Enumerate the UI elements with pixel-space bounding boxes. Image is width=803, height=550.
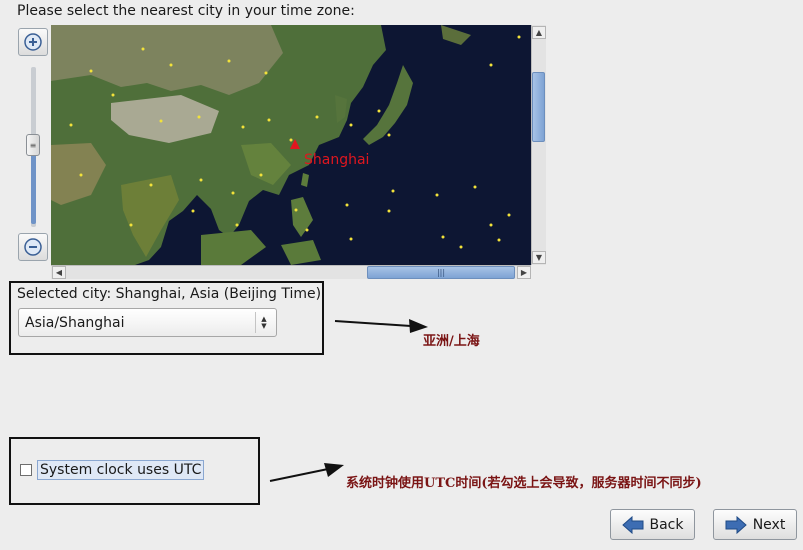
- select-arrows-icon: ▲ ▼: [255, 312, 272, 333]
- back-button-label: Back: [649, 516, 684, 533]
- utc-checkbox[interactable]: [20, 464, 32, 476]
- map-vertical-scroll-thumb[interactable]: [532, 72, 545, 142]
- arrow-left-icon: [621, 515, 643, 534]
- chevron-right-icon: ▶: [520, 268, 528, 277]
- city-label-shanghai[interactable]: Shanghai: [304, 152, 369, 168]
- zoom-out-button[interactable]: [18, 233, 48, 261]
- timezone-select[interactable]: Asia/Shanghai: [18, 308, 277, 337]
- city-annotation-text: 亚洲/上海: [423, 334, 480, 349]
- back-button[interactable]: Back: [610, 509, 695, 540]
- zoom-slider-fill: [31, 150, 36, 224]
- scroll-down-button[interactable]: ▼: [532, 251, 546, 264]
- chevron-up-icon: ▲: [535, 28, 543, 37]
- prompt-text: Please select the nearest city in your t…: [17, 3, 355, 19]
- scroll-up-button[interactable]: ▲: [532, 26, 546, 39]
- zoom-out-icon: [24, 238, 42, 256]
- annotation-arrow-icon: [269, 463, 344, 482]
- next-button-label: Next: [752, 516, 786, 533]
- zoom-in-button[interactable]: [18, 28, 48, 56]
- selected-city-label: Selected city: Shanghai, Asia (Beijing T…: [17, 286, 322, 302]
- chevron-down-icon: ▼: [535, 253, 543, 262]
- timezone-map[interactable]: [51, 25, 531, 265]
- scroll-right-button[interactable]: ▶: [517, 266, 531, 279]
- arrow-right-icon: [725, 515, 747, 534]
- zoom-slider-thumb[interactable]: ≡: [26, 134, 40, 156]
- world-map-graphic: [51, 25, 531, 265]
- utc-annotation-text: 系统时钟使用UTC时间(若勾选上会导致，服务器时间不同步): [346, 476, 702, 491]
- map-vertical-scrollbar[interactable]: [531, 25, 546, 265]
- utc-checkbox-label[interactable]: System clock uses UTC: [37, 460, 205, 480]
- scroll-left-button[interactable]: ◀: [52, 266, 66, 279]
- next-button[interactable]: Next: [713, 509, 797, 540]
- annotation-arrow-icon: [334, 319, 428, 333]
- map-horizontal-scroll-thumb[interactable]: |||: [367, 266, 515, 279]
- chevron-left-icon: ◀: [55, 268, 63, 277]
- timezone-select-value: Asia/Shanghai: [25, 314, 125, 331]
- zoom-in-icon: [24, 33, 42, 51]
